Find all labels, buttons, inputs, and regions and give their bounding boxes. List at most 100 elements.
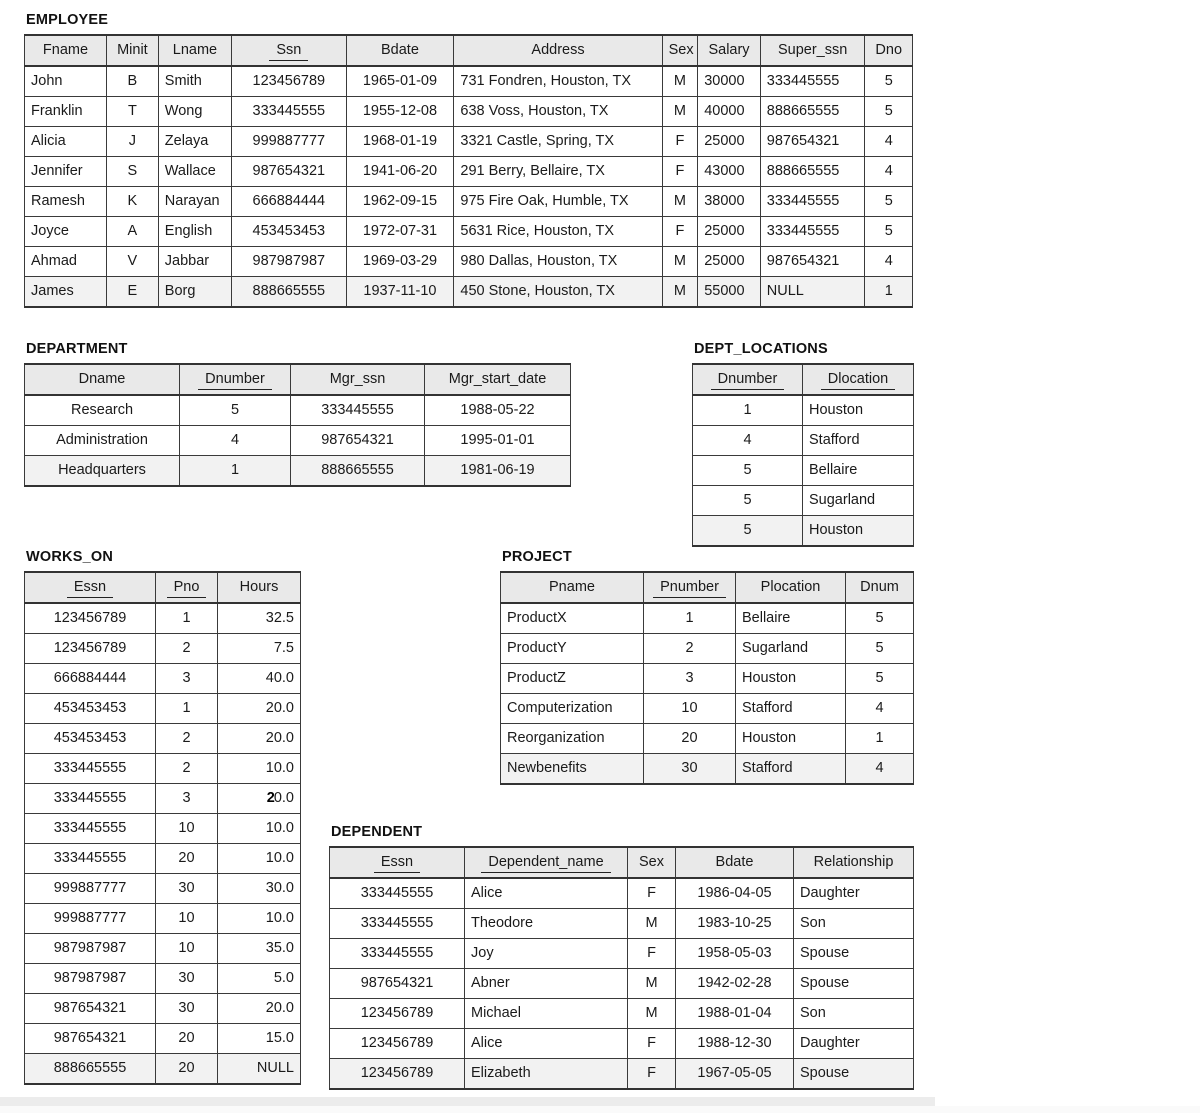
cell-hours: 10.0 [217,843,301,874]
cell-essn: 453453453 [24,723,156,754]
table-department: Dname Dnumber Mgr_ssn Mgr_start_date Researc… [24,363,571,487]
column-header-pno: Pno [155,571,218,604]
cell-bdate: 1967-05-05 [675,1058,794,1090]
table-header-row: Fname Minit Lname Ssn Bdate Address Sex Salary S… [24,34,913,67]
relation-title-works-on: WORKS_ON [26,549,113,565]
cell-essn: 123456789 [329,1058,465,1090]
cell-sex: F [661,216,699,247]
table-row: Ahmad V Jabbar 987987987 1969-03-29 980 Dalla… [24,246,913,277]
primary-key-underline: Dnumber [198,371,272,390]
table-row: 999887777 10 10.0 [24,903,301,934]
cell-sex: M [627,968,676,999]
table-dept-locations: Dnumber Dlocation 1 Houston 4 Stafford 5 Bellai… [692,363,914,547]
cell-dependent_name: Alice [464,877,628,909]
cell-address: 5631 Rice, Houston, TX [453,216,663,247]
cell-mgr_start_date: 1981-06-19 [424,455,571,487]
column-header-dnumber: Dnumber [692,363,803,396]
cell-essn: 333445555 [329,938,465,969]
cell-dlocation: Sugarland [802,485,914,516]
table-dependent: Essn Dependent_name Sex Bdate Relationship 33… [329,846,914,1090]
cell-pno: 20 [155,843,218,874]
cell-sex: F [661,126,699,157]
table-row: 888665555 20 NULL [24,1053,301,1085]
table-header-row: Essn Pno Hours [24,571,301,604]
cell-sex: M [627,908,676,939]
cell-pname: ProductX [500,602,644,634]
cell-minit: A [106,216,159,247]
table-row: 987654321 30 20.0 [24,993,301,1024]
cell-plocation: Stafford [735,753,846,785]
cell-pno: 10 [155,933,218,964]
cell-dnum: 5 [845,663,914,694]
table-row: 5 Bellaire [692,455,914,486]
cell-relationship: Son [793,908,914,939]
cell-ssn: 333445555 [231,96,347,127]
cell-dependent_name: Abner [464,968,628,999]
cell-super_ssn: 888665555 [759,156,866,187]
cell-dno: 4 [864,156,913,187]
cell-ssn: 987987987 [231,246,347,277]
cell-essn: 123456789 [24,602,156,634]
cell-pname: Reorganization [500,723,644,754]
column-header-essn: Essn [24,571,156,604]
table-row: Franklin T Wong 333445555 1955-12-08 638 Voss… [24,96,913,127]
cell-hours: 40.0 [217,663,301,694]
column-header-dnumber: Dnumber [179,363,291,396]
cell-essn: 987654321 [24,993,156,1024]
cell-pno: 2 [155,753,218,784]
cell-pno: 3 [155,663,218,694]
cell-essn: 333445555 [24,843,156,874]
cell-hours: 20.0 [217,783,301,814]
relation-title-department: DEPARTMENT [26,341,128,357]
cell-dno: 5 [864,216,913,247]
cell-hours: 10.0 [217,813,301,844]
table-row: Administration 4 987654321 1995-01-01 [24,425,571,456]
cell-minit: K [106,186,159,217]
cell-hours: 20.0 [217,693,301,724]
cell-essn: 123456789 [329,1028,465,1059]
cell-fname: Ahmad [24,246,107,277]
cell-essn: 333445555 [24,783,156,814]
cell-pnumber: 1 [643,602,736,634]
cell-dependent_name: Michael [464,998,628,1029]
table-row: 453453453 1 20.0 [24,693,301,724]
primary-key-underline: Pnumber [653,579,726,598]
cell-fname: Alicia [24,126,107,157]
table-row: Reorganization 20 Houston 1 [500,723,914,754]
cell-dnumber: 5 [179,394,291,426]
cell-dname: Administration [24,425,180,456]
cell-super_ssn: 987654321 [759,126,866,157]
cell-ssn: 987654321 [231,156,347,187]
table-row: 333445555 3 20.0 [24,783,301,814]
primary-key-underline: Pno [166,579,207,598]
cell-lname: English [157,216,233,247]
cell-bdate: 1942-02-28 [675,968,794,999]
cell-essn: 999887777 [24,903,156,934]
cell-salary: 43000 [697,156,761,187]
cell-hours: NULL [217,1053,301,1085]
cell-hours: 10.0 [217,753,301,784]
cell-minit: J [106,126,159,157]
column-header-bdate: Bdate [675,846,794,879]
table-row: 123456789 Alice F 1988-12-30 Daughter [329,1028,914,1059]
cell-mgr_start_date: 1995-01-01 [424,425,571,456]
cell-mgr_start_date: 1988-05-22 [424,394,571,426]
cell-dnum: 4 [845,693,914,724]
primary-key-underline: Dnumber [710,371,785,390]
table-header-row: Dname Dnumber Mgr_ssn Mgr_start_date [24,363,571,396]
cell-pno: 30 [155,993,218,1024]
table-employee: Fname Minit Lname Ssn Bdate Address Sex Salary S… [24,34,913,308]
column-header-dependent_name: Dependent_name [464,846,628,879]
cell-sex: M [661,246,699,277]
column-header-dname: Dname [24,363,180,396]
cell-essn: 987987987 [24,933,156,964]
column-header-mgr_start_date: Mgr_start_date [424,363,571,396]
cell-dno: 5 [864,96,913,127]
cell-ssn: 123456789 [231,65,347,97]
cell-essn: 123456789 [329,998,465,1029]
cell-super_ssn: 333445555 [759,186,866,217]
cell-essn: 987654321 [24,1023,156,1054]
cell-pname: ProductZ [500,663,644,694]
table-row: 123456789 Michael M 1988-01-04 Son [329,998,914,1029]
cell-salary: 40000 [697,96,761,127]
